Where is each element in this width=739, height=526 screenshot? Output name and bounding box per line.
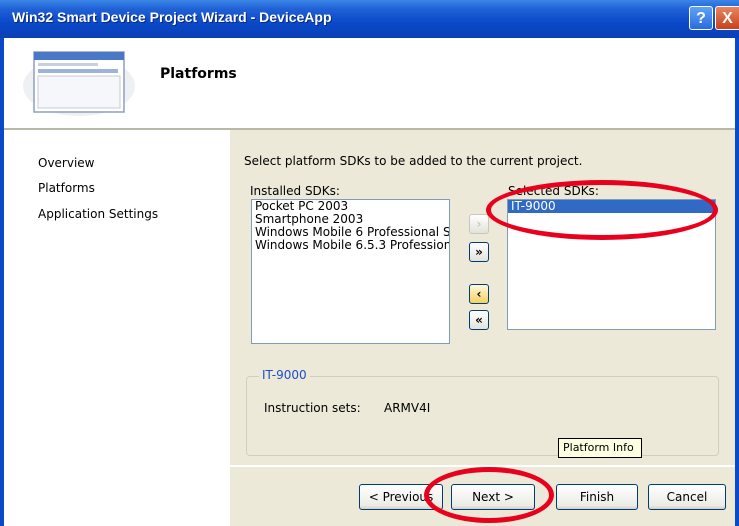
nav-item-overview[interactable]: Overview	[38, 156, 95, 170]
selected-sdks-list[interactable]: IT-9000	[507, 199, 716, 330]
platform-info-title: IT-9000	[259, 368, 310, 382]
close-button[interactable]: X	[715, 6, 739, 30]
remove-all-sdks-button[interactable]: «	[469, 310, 489, 330]
nav-item-application-settings[interactable]: Application Settings	[38, 207, 158, 221]
cancel-button[interactable]: Cancel	[648, 484, 726, 510]
instruction-sets-value: ARMV4I	[384, 401, 431, 415]
instruction-text: Select platform SDKs to be added to the …	[244, 154, 583, 168]
page-title: Platforms	[160, 66, 237, 82]
installed-sdks-label: Installed SDKs:	[250, 184, 340, 198]
list-item[interactable]: Windows Mobile 6.5.3 Professional DTK	[252, 239, 449, 252]
instruction-sets-label: Instruction sets:	[264, 401, 361, 415]
remove-sdk-button[interactable]: ‹	[469, 284, 489, 304]
platform-info-tooltip: Platform Info	[558, 438, 642, 458]
list-item[interactable]: IT-9000	[508, 200, 715, 213]
add-sdk-button[interactable]: ›	[469, 214, 489, 234]
window-title: Win32 Smart Device Project Wizard - Devi…	[12, 9, 332, 25]
selected-sdks-label: Selected SDKs:	[508, 184, 599, 198]
help-button[interactable]: ?	[689, 6, 713, 30]
installed-sdks-list[interactable]: Pocket PC 2003 Smartphone 2003 Windows M…	[251, 199, 450, 344]
next-button[interactable]: Next >	[451, 484, 535, 510]
nav-item-platforms[interactable]: Platforms	[38, 181, 95, 195]
finish-button[interactable]: Finish	[556, 484, 638, 510]
platform-info-group	[246, 376, 719, 456]
add-all-sdks-button[interactable]: »	[469, 242, 489, 262]
wizard-window-icon	[22, 48, 137, 118]
previous-button[interactable]: < Previous	[359, 484, 443, 510]
window-frame-right	[735, 38, 739, 526]
